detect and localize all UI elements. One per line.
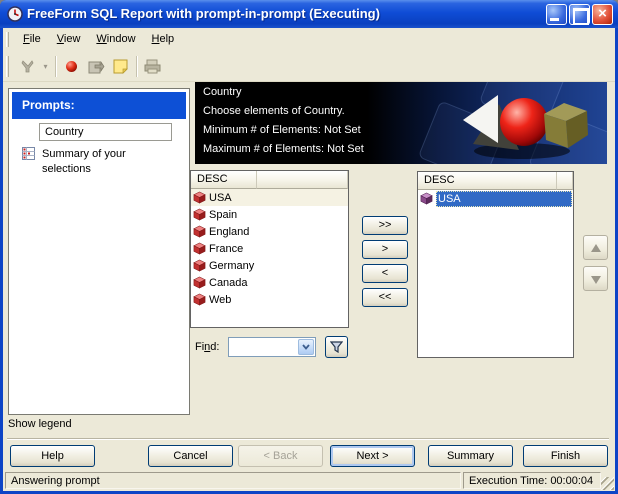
purple-cube-icon: [420, 192, 433, 205]
available-elements-list: DESC USA Spain England France Germany Ca…: [190, 170, 349, 328]
back-button: < Back: [238, 445, 323, 467]
selected-elements-list: DESC USA: [417, 171, 574, 358]
list-item-usa-selected[interactable]: USA: [418, 190, 573, 207]
list-item-label: Germany: [209, 259, 255, 272]
prompt-item-country[interactable]: Country: [39, 123, 172, 141]
menu-help[interactable]: Help: [144, 28, 183, 49]
window-title: FreeForm SQL Report with prompt-in-promp…: [27, 6, 380, 21]
column-header-empty[interactable]: [257, 171, 348, 189]
red-cube-icon: [193, 293, 206, 306]
list-item-label: USA: [436, 190, 572, 207]
prompt-dialog-window: FreeForm SQL Report with prompt-in-promp…: [0, 0, 618, 494]
send-export-button[interactable]: [85, 55, 108, 78]
list-item-label: Canada: [209, 276, 248, 289]
red-cube-icon: [193, 259, 206, 272]
menu-window[interactable]: Window: [88, 28, 143, 49]
list-item-france[interactable]: France: [191, 240, 348, 257]
show-legend-link[interactable]: Show legend: [8, 418, 72, 430]
available-list-header: DESC: [191, 171, 348, 189]
find-label: Find:: [195, 341, 220, 353]
prompt-banner: Country Choose elements of Country. Mini…: [195, 82, 607, 164]
prompt-item-summary-label: Summary of your selections: [42, 148, 126, 175]
toolbar-grip[interactable]: [6, 56, 9, 77]
column-header-desc[interactable]: DESC: [191, 171, 257, 189]
selected-list-header: DESC: [418, 172, 573, 190]
footer-divider: [7, 438, 609, 440]
sticky-note-button[interactable]: [109, 55, 132, 78]
next-button[interactable]: Next >: [330, 445, 415, 467]
help-button[interactable]: Help: [10, 445, 95, 467]
list-item-england[interactable]: England: [191, 223, 348, 240]
move-left-button[interactable]: <: [362, 264, 408, 283]
gray-figure-icon: [21, 60, 34, 73]
banner-subtitle: Choose elements of Country.: [203, 105, 345, 117]
dialog-client-area: File View Window Help ▾ Prompts: Country…: [3, 28, 615, 491]
list-item-label: Spain: [209, 208, 238, 221]
menu-file[interactable]: File: [15, 28, 49, 49]
list-item-germany[interactable]: Germany: [191, 257, 348, 274]
down-arrow-icon: [591, 276, 601, 284]
toolbar: ▾: [3, 52, 615, 82]
move-down-button: [583, 266, 608, 291]
summary-button[interactable]: Summary: [428, 445, 513, 467]
banner-max-elements: Maximum # of Elements: Not Set: [203, 143, 364, 155]
list-item-label: Web: [209, 293, 232, 306]
sticky-note-icon: [113, 59, 128, 74]
send-export-icon: [88, 60, 105, 74]
up-arrow-icon: [591, 244, 601, 252]
red-cube-icon: [193, 191, 206, 204]
printer-icon: [144, 59, 161, 74]
red-cube-icon: [193, 225, 206, 238]
maximize-button[interactable]: [569, 4, 590, 25]
combobox-dropdown-button[interactable]: [298, 339, 314, 355]
red-ball-icon: [66, 61, 77, 72]
statusbar: Answering prompt Execution Time: 00:00:0…: [3, 470, 615, 491]
list-item-label: France: [209, 242, 244, 255]
chevron-down-icon: [302, 344, 310, 350]
red-ball-button[interactable]: [60, 55, 83, 78]
list-item-label: USA: [209, 191, 232, 204]
summary-grid-icon: [22, 147, 35, 160]
close-button[interactable]: [592, 4, 613, 25]
toolbar-separator: [136, 56, 138, 77]
status-message: Answering prompt: [5, 472, 461, 489]
red-cube-icon: [193, 208, 206, 221]
list-item-usa[interactable]: USA: [191, 189, 348, 206]
resize-grip[interactable]: [601, 477, 614, 490]
find-combobox[interactable]: [228, 337, 316, 357]
red-cube-icon: [193, 242, 206, 255]
prompt-item-summary[interactable]: Summary of your selections: [22, 147, 182, 177]
clock-icon: [7, 6, 23, 22]
finish-button[interactable]: Finish: [523, 445, 608, 467]
menubar: File View Window Help: [3, 28, 615, 51]
list-item-canada[interactable]: Canada: [191, 274, 348, 291]
column-header-desc[interactable]: DESC: [418, 172, 557, 190]
prompts-panel: Prompts: Country Summary of your selecti…: [8, 88, 190, 415]
list-item-spain[interactable]: Spain: [191, 206, 348, 223]
printer-button: [141, 55, 164, 78]
execution-time: Execution Time: 00:00:04: [463, 472, 601, 489]
banner-min-elements: Minimum # of Elements: Not Set: [203, 124, 361, 136]
filter-funnel-icon: [330, 341, 343, 353]
move-all-left-button[interactable]: <<: [362, 288, 408, 307]
red-cube-icon: [193, 276, 206, 289]
match-filter-button[interactable]: [325, 336, 348, 358]
dropdown-arrow-icon: ▾: [43, 62, 48, 71]
titlebar: FreeForm SQL Report with prompt-in-promp…: [0, 0, 618, 28]
move-right-button[interactable]: >: [362, 240, 408, 259]
move-all-right-button[interactable]: >>: [362, 216, 408, 235]
prompts-panel-header: Prompts:: [12, 92, 186, 119]
list-item-label: England: [209, 225, 250, 238]
toolbar-separator: [55, 56, 57, 77]
gray-figure-button: [16, 55, 39, 78]
move-up-button: [583, 235, 608, 260]
list-item-web[interactable]: Web: [191, 291, 348, 308]
cancel-button[interactable]: Cancel: [148, 445, 233, 467]
minimize-button[interactable]: [546, 4, 567, 25]
banner-title: Country: [203, 86, 242, 98]
prompt-banner-art: [367, 82, 607, 164]
menubar-grip[interactable]: [6, 32, 9, 47]
menu-view[interactable]: View: [49, 28, 89, 49]
column-header-empty[interactable]: [557, 172, 573, 190]
